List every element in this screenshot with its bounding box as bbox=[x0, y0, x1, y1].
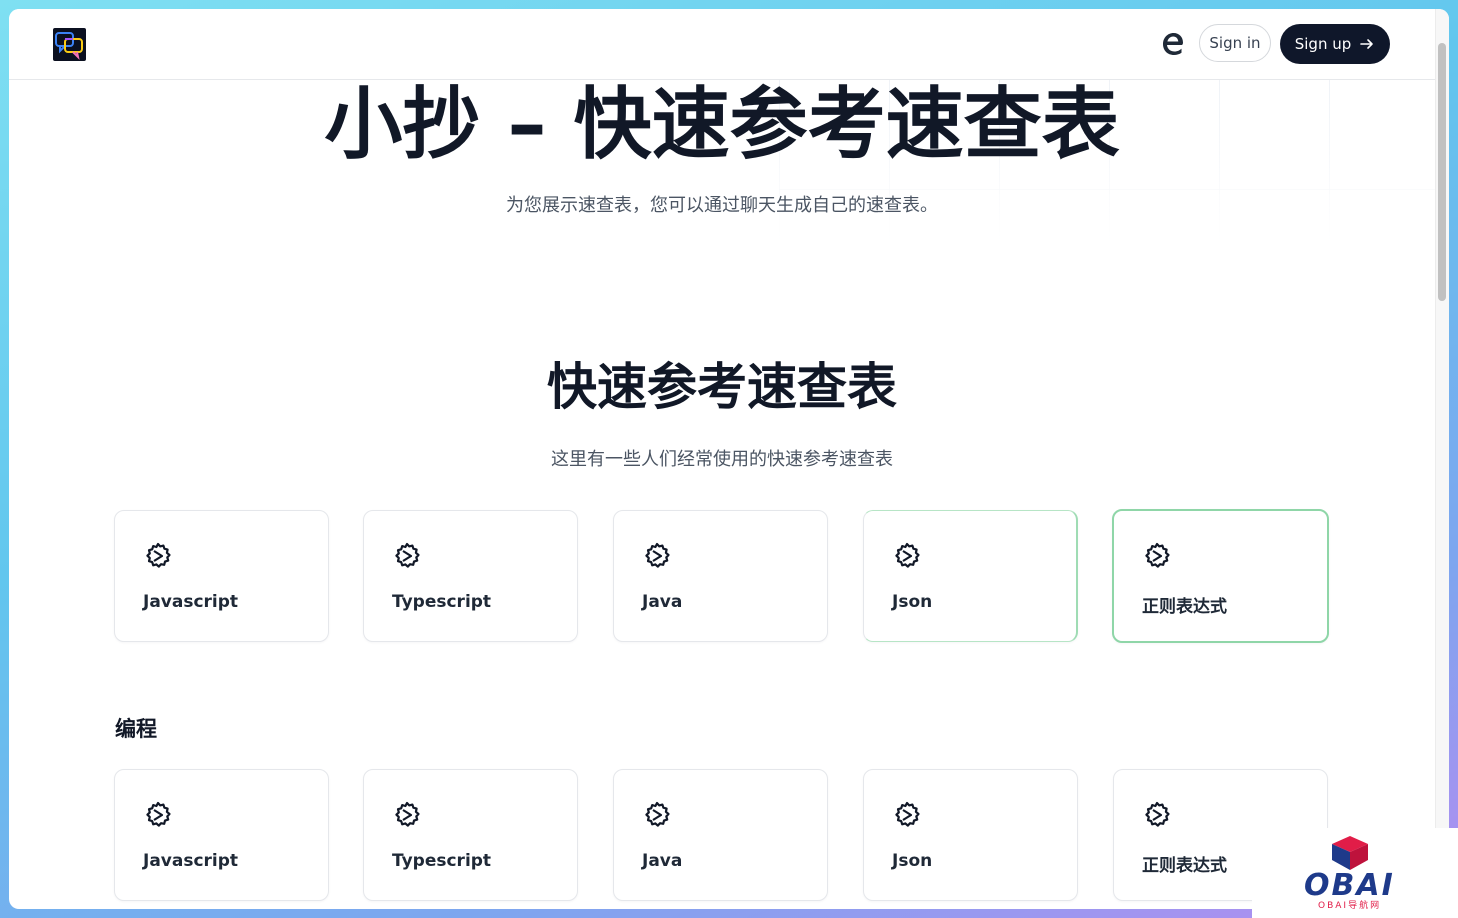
cheatsheet-card-javascript[interactable]: Javascript bbox=[114, 769, 329, 901]
scrollbar-thumb[interactable] bbox=[1438, 43, 1446, 301]
card-label: 正则表达式 bbox=[1142, 597, 1227, 617]
cheatsheet-card-typescript[interactable]: Typescript bbox=[363, 510, 578, 642]
section-title: 快速参考速查表 bbox=[547, 358, 897, 416]
cube-logo-icon bbox=[1332, 836, 1368, 870]
card-label: Java bbox=[642, 592, 683, 612]
section-subtitle: 这里有一些人们经常使用的快速参考速查表 bbox=[551, 449, 893, 470]
gear-icon bbox=[895, 801, 920, 827]
gear-icon bbox=[146, 801, 171, 827]
card-label: Javascript bbox=[143, 851, 239, 871]
gear-icon bbox=[146, 542, 171, 568]
cheatsheet-card-json[interactable]: Json bbox=[863, 769, 1078, 901]
gear-icon bbox=[395, 542, 420, 568]
sign-in-button[interactable]: Sign in bbox=[1199, 24, 1271, 62]
top-navbar: Sign in Sign up bbox=[9, 9, 1435, 80]
cheatsheet-card-java[interactable]: Java bbox=[613, 510, 828, 642]
sign-in-label: Sign in bbox=[1209, 34, 1261, 52]
watermark-tagline: OBAI导航网 bbox=[1318, 901, 1382, 911]
gear-icon bbox=[1145, 542, 1170, 568]
card-label: Json bbox=[892, 592, 933, 612]
gear-icon bbox=[645, 542, 670, 568]
chat-bubbles-logo-icon bbox=[55, 32, 83, 61]
hero-title: 小抄 – 快速参考速查表 bbox=[324, 80, 1120, 170]
arrow-right-icon bbox=[1360, 39, 1374, 49]
card-label: 正则表达式 bbox=[1142, 856, 1227, 876]
card-label: Typescript bbox=[392, 592, 492, 612]
cheatsheet-card-java[interactable]: Java bbox=[613, 769, 828, 901]
site-logo[interactable] bbox=[53, 28, 86, 61]
gear-icon bbox=[395, 801, 420, 827]
gear-icon bbox=[895, 542, 920, 568]
edge-e-icon[interactable] bbox=[1159, 30, 1187, 58]
gear-icon bbox=[645, 801, 670, 827]
card-label: Java bbox=[642, 851, 683, 871]
sign-up-label: Sign up bbox=[1294, 35, 1352, 53]
cheatsheet-card-javascript[interactable]: Javascript bbox=[114, 510, 329, 642]
cheatsheet-card-typescript[interactable]: Typescript bbox=[363, 769, 578, 901]
hero-subtitle: 为您展示速查表，您可以通过聊天生成自己的速查表。 bbox=[506, 195, 938, 216]
cheatsheet-card-regex[interactable]: 正则表达式 bbox=[1112, 509, 1329, 643]
obai-watermark: OBAI OBAI导航网 bbox=[1252, 828, 1458, 918]
card-label: Typescript bbox=[392, 851, 492, 871]
group-title-programming: 编程 bbox=[115, 717, 157, 741]
sign-up-button[interactable]: Sign up bbox=[1280, 24, 1390, 64]
card-label: Json bbox=[892, 851, 933, 871]
card-label: Javascript bbox=[143, 592, 239, 612]
gear-icon bbox=[1145, 801, 1170, 827]
browser-window: Sign in Sign up 小抄 – 快速参考速查表 为您展示速查表，您可以… bbox=[9, 9, 1449, 909]
cheatsheet-card-json[interactable]: Json bbox=[863, 510, 1078, 642]
